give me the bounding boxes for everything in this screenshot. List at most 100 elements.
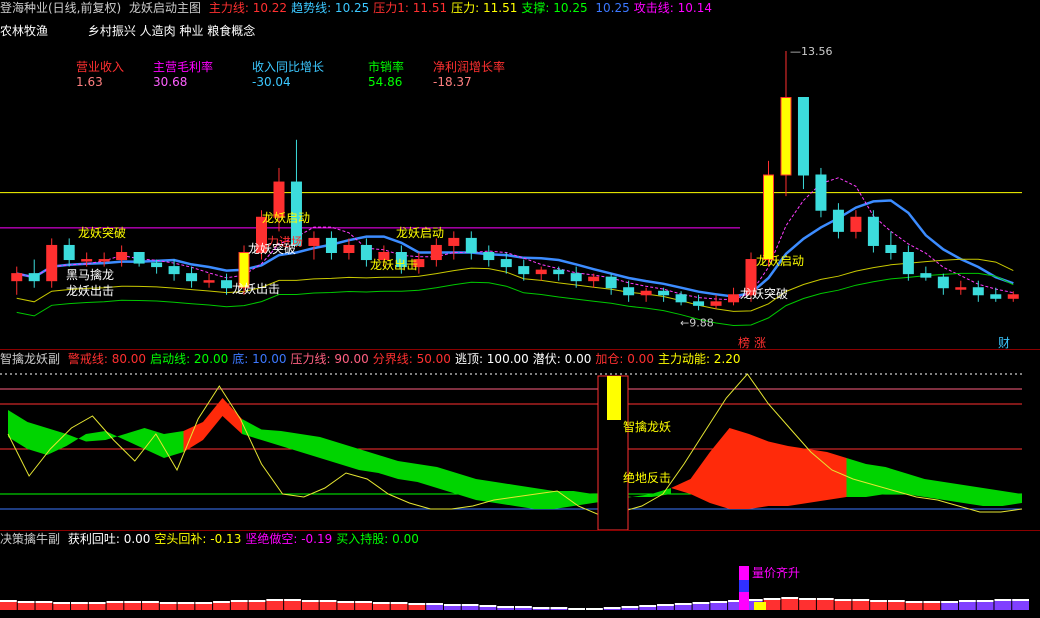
attack-line [16,177,1014,301]
decision-bar-cap [621,606,639,608]
candle-body [570,273,582,282]
sub1-title: 智擒龙妖副 [0,352,61,366]
volume-price-label: 量价齐升 [752,566,801,580]
candle-body [186,273,198,282]
candle-body [325,237,337,253]
momentum-band-segment [885,467,905,494]
marker-bang: 榜 [738,335,750,350]
decision-bar-cap [461,604,479,606]
candle-body [902,252,914,275]
decision-bar-cap [124,601,142,603]
decision-bar-cap [35,601,53,603]
candle-body [710,301,722,306]
decision-bar-cap [710,601,728,603]
main-indicator-name: 龙妖启动主图 [129,1,202,15]
candle-body [605,276,617,289]
decision-bar-cap [390,602,408,604]
candle-body [81,259,93,262]
candle-body [728,294,740,303]
stock-name: 登海种业(日线,前复权) [0,1,122,15]
candle-body [675,294,687,303]
main-annotation-5: 龙妖突破 [248,242,297,256]
decision-bar-cap [372,602,390,604]
main-chart: —13.56 ←9.88 榜涨 财 [0,45,1022,350]
decision-bar-cap [852,599,870,601]
sub1-value-6: 潜伏: 0.00 [532,352,592,366]
decision-bar-cap [284,599,301,601]
momentum-band-segment [359,449,379,473]
candle-body [518,266,530,275]
header-value-5: 10.25 [591,1,630,15]
candle-body [588,276,600,282]
sub1-value-3: 压力线: 90.00 [290,352,369,366]
main-annotation-9: 龙妖启动 [756,254,805,268]
decision-bar-cap [603,607,621,609]
decision-bar-cap [71,602,88,604]
high-price-label: —13.56 [790,45,833,58]
main-annotation-2: 龙妖出击 [66,284,115,298]
candle-body [168,266,180,275]
momentum-band-segment [651,488,671,497]
marker-zhang: 涨 [754,335,766,350]
momentum-band-segment [573,491,593,506]
decision-bar-cap [195,602,213,604]
smart-label: 智擒龙妖 [623,420,672,434]
sub1-value-5: 逃顶: 100.00 [454,352,529,366]
upper-band [16,258,1014,312]
sub2-value-0: 获利回吐: 0.00 [67,532,151,546]
candle-body [553,269,565,275]
candle-body [11,273,23,282]
decision-bar-cap [355,601,372,603]
header-value-1: 趋势线: 10.25 [291,1,370,15]
momentum-band-segment [339,443,359,470]
candle-body [28,273,40,282]
momentum-band-segment [164,431,184,458]
decision-bar-cap [248,600,266,602]
decision-bar-cap [53,602,71,604]
rebound-label: 绝地反击 [623,471,672,485]
candle-body [63,244,75,261]
candle-body [448,237,460,246]
candle-body [850,216,862,232]
main-header: 登海种业(日线,前复权) 龙妖启动主图 主力线: 10.22 趋势线: 10.25… [0,0,720,16]
momentum-band-segment [534,488,554,509]
decision-bar-cap [337,601,355,603]
decision-bar-cap [905,601,923,603]
decision-bar-cap [17,601,35,603]
decision-bar-cap [408,603,426,605]
decision-bar-cap [301,600,319,602]
candle-body [221,280,233,289]
candle-body [972,287,984,296]
candle-body [151,262,163,268]
main-annotation-3: 龙妖启动 [262,211,311,225]
candle-body [203,280,215,283]
main-annotation-0: 龙妖突破 [78,226,127,240]
momentum-band-segment [827,452,847,500]
candle-body [780,97,792,176]
candle-body [658,290,670,296]
candle-body [832,209,844,232]
momentum-band-segment [398,461,418,482]
candle-body [1007,294,1019,299]
sub1-value-2: 底: 10.00 [232,352,287,366]
momentum-band-segment [671,479,691,494]
support-line [16,272,1014,327]
sub1-value-4: 分界线: 50.00 [372,352,451,366]
sub1-header: 智擒龙妖副 警戒线: 80.00 启动线: 20.00 底: 10.00 压力线: 9… [0,351,745,367]
main-annotation-7: 龙妖启动 [396,226,445,240]
momentum-band-segment [495,482,515,506]
sub1-value-7: 加仓: 0.00 [595,352,654,366]
momentum-band-segment [378,455,398,479]
panel-divider [0,349,1040,350]
decision-bar-cap [213,601,230,603]
momentum-band-segment [86,431,106,442]
header-value-6: 攻击线: 10.14 [633,1,712,15]
momentum-band-segment [924,479,944,500]
decision-bar-cap [159,602,177,604]
marker-cai: 财 [998,336,1010,350]
momentum-band-segment [437,467,457,494]
candle-body [98,259,110,262]
sub2-value-2: 坚绝做空: -0.19 [245,532,333,546]
sub1-chart [0,373,1023,530]
candle-body [430,244,442,261]
